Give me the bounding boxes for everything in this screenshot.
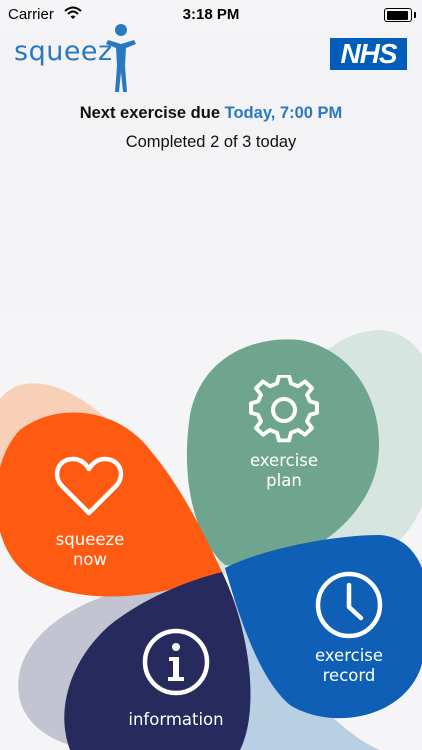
tile-information-label[interactable]: information: [116, 710, 236, 730]
completed-count: Completed 2 of 3 today: [125, 133, 297, 151]
clock-icon: [314, 570, 384, 645]
squeezy-logo-figure-icon: [104, 22, 138, 101]
next-exercise-label: Next exercise due: [79, 104, 221, 122]
status-bar: Carrier 3:18 PM: [0, 0, 422, 30]
next-exercise-line: Next exercise due Today, 7:00 PM: [0, 104, 422, 123]
battery-icon: [384, 8, 416, 22]
tile-exercise-record-label[interactable]: exercise record: [299, 646, 399, 686]
tile-exercise-plan-line2: plan: [266, 471, 302, 490]
info-icon: [141, 627, 211, 702]
clock-time: 3:18 PM: [182, 6, 240, 23]
tile-exercise-plan-label[interactable]: exercise plan: [234, 451, 334, 491]
tile-squeeze-now-label[interactable]: squeeze now: [40, 530, 140, 570]
tile-exercise-record-line1: exercise: [314, 646, 384, 665]
tile-information-line1: information: [128, 710, 224, 729]
next-exercise-due: Today, 7:00 PM: [224, 104, 343, 122]
tile-exercise-record-line2: record: [322, 666, 376, 685]
header: [0, 30, 422, 310]
squeezy-logo-text: squeez: [14, 36, 113, 67]
tile-squeeze-now-line2: now: [72, 550, 108, 569]
tile-squeeze-now-line1: squeeze: [55, 530, 125, 549]
tile-exercise-plan-line1: exercise: [249, 451, 319, 470]
gear-icon: [249, 373, 319, 450]
nhs-logo: NHS: [330, 38, 407, 70]
heart-icon: [54, 455, 124, 524]
